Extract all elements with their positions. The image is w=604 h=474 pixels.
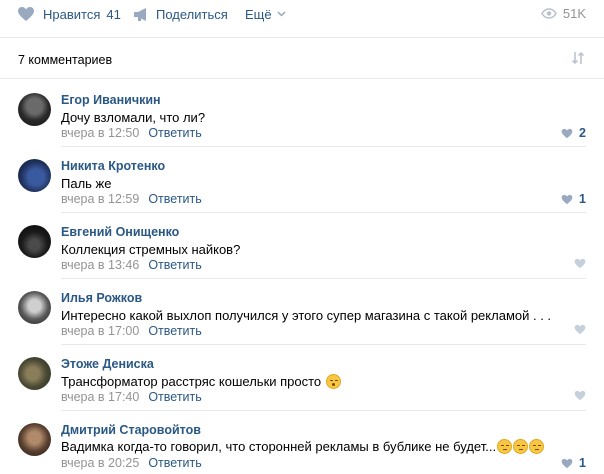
divider (61, 410, 586, 411)
avatar[interactable] (18, 225, 51, 258)
comment-text: Вадимка когда-то говорил, что сторонней … (61, 439, 497, 454)
comment-meta: вчера в 12:50 Ответить (61, 126, 202, 140)
comment-author[interactable]: Егор Иваничкин (61, 93, 161, 107)
eye-icon (541, 8, 557, 19)
megaphone-icon (134, 7, 146, 21)
comment-text: Трансформатор расстряс кошельки просто (61, 374, 322, 389)
heart-icon (561, 194, 573, 204)
comment-item: Евгений Онищенко Коллекция стремных найк… (0, 220, 604, 278)
comment-like-button[interactable] (574, 324, 586, 335)
comment-text: Паль же (61, 176, 112, 191)
more-label: Ещё (245, 6, 272, 22)
share-button[interactable]: Поделиться (133, 6, 228, 22)
comments-header: 7 комментариев (0, 38, 604, 78)
reply-link[interactable]: Ответить (148, 258, 201, 272)
sort-arrows-icon[interactable] (571, 51, 585, 65)
divider (0, 78, 604, 79)
comment-author[interactable]: Этоже Дениска (61, 357, 154, 371)
comment-like-count: 2 (579, 126, 586, 140)
avatar[interactable] (18, 423, 51, 456)
comment-item: Илья Рожков Интересно какой выхлоп получ… (0, 286, 604, 344)
comment-like-button[interactable]: 2 (561, 126, 586, 140)
comment-like-button[interactable]: 1 (561, 456, 586, 470)
views-counter: 51K (541, 6, 586, 21)
chevron-down-icon (277, 11, 286, 17)
comment-author[interactable]: Никита Кротенко (61, 159, 165, 173)
comment-time[interactable]: вчера в 12:59 (61, 192, 139, 206)
comment-author[interactable]: Илья Рожков (61, 291, 142, 305)
comment-item: Егор Иваничкин Дочу взломали, что ли? вч… (0, 88, 604, 146)
views-count: 51K (562, 6, 586, 21)
comment-meta: вчера в 20:25 Ответить (61, 456, 202, 470)
comment-like-button[interactable] (574, 258, 586, 269)
comment-item: Этоже Дениска Трансформатор расстряс кош… (0, 352, 604, 410)
comment-item: Дмитрий Старовойтов Вадимка когда-то гов… (0, 418, 604, 474)
comment-meta: вчера в 17:00 Ответить (61, 324, 202, 338)
comment-like-count: 1 (579, 456, 586, 470)
comments-count-title: 7 комментариев (18, 53, 113, 67)
divider (61, 146, 586, 147)
comment-author[interactable]: Евгений Онищенко (61, 225, 179, 239)
comment-time[interactable]: вчера в 20:25 (61, 456, 139, 470)
more-menu-button[interactable]: Ещё (245, 6, 286, 22)
avatar[interactable] (18, 357, 51, 390)
pensive-face-emoji (513, 439, 529, 454)
pensive-face-emoji (497, 439, 513, 454)
like-button[interactable]: Нравится 41 (17, 6, 121, 22)
heart-icon (574, 258, 586, 269)
flushed-face-emoji (325, 374, 341, 389)
heart-icon (561, 128, 573, 138)
comment-text: Дочу взломали, что ли? (61, 110, 206, 125)
comment-time[interactable]: вчера в 13:46 (61, 258, 139, 272)
avatar[interactable] (18, 93, 51, 126)
comment-time[interactable]: вчера в 12:50 (61, 126, 139, 140)
reply-link[interactable]: Ответить (148, 126, 201, 140)
reply-link[interactable]: Ответить (148, 456, 201, 470)
divider (61, 278, 586, 279)
post-actions-bar: Нравится 41 Поделиться Ещё 51K (0, 0, 604, 30)
comment-text: Интересно какой выхлоп получился у этого… (61, 308, 552, 323)
comment-like-button[interactable]: 1 (561, 192, 586, 206)
like-label: Нравится (43, 6, 101, 22)
pensive-face-emoji (529, 439, 545, 454)
avatar[interactable] (18, 159, 51, 192)
comment-meta: вчера в 12:59 Ответить (61, 192, 202, 206)
comment-text: Коллекция стремных найков? (61, 242, 241, 257)
heart-icon (18, 7, 34, 21)
comment-like-count: 1 (579, 192, 586, 206)
reply-link[interactable]: Ответить (148, 390, 201, 404)
comment-text-line: Вадимка когда-то говорил, что сторонней … (61, 439, 545, 454)
heart-icon (574, 390, 586, 401)
comment-item: Никита Кротенко Паль же вчера в 12:59 Отв… (0, 154, 604, 212)
avatar[interactable] (18, 291, 51, 324)
comment-author[interactable]: Дмитрий Старовойтов (61, 423, 201, 437)
comment-meta: вчера в 17:40 Ответить (61, 390, 202, 404)
divider (61, 212, 586, 213)
comment-time[interactable]: вчера в 17:40 (61, 390, 139, 404)
like-count: 41 (106, 6, 121, 22)
comment-like-button[interactable] (574, 390, 586, 401)
heart-icon (561, 458, 573, 468)
comment-meta: вчера в 13:46 Ответить (61, 258, 202, 272)
share-label: Поделиться (156, 6, 228, 22)
heart-icon (574, 324, 586, 335)
comment-text-line: Трансформатор расстряс кошельки просто (61, 374, 341, 389)
comment-time[interactable]: вчера в 17:00 (61, 324, 139, 338)
reply-link[interactable]: Ответить (148, 192, 201, 206)
reply-link[interactable]: Ответить (148, 324, 201, 338)
divider (61, 344, 586, 345)
